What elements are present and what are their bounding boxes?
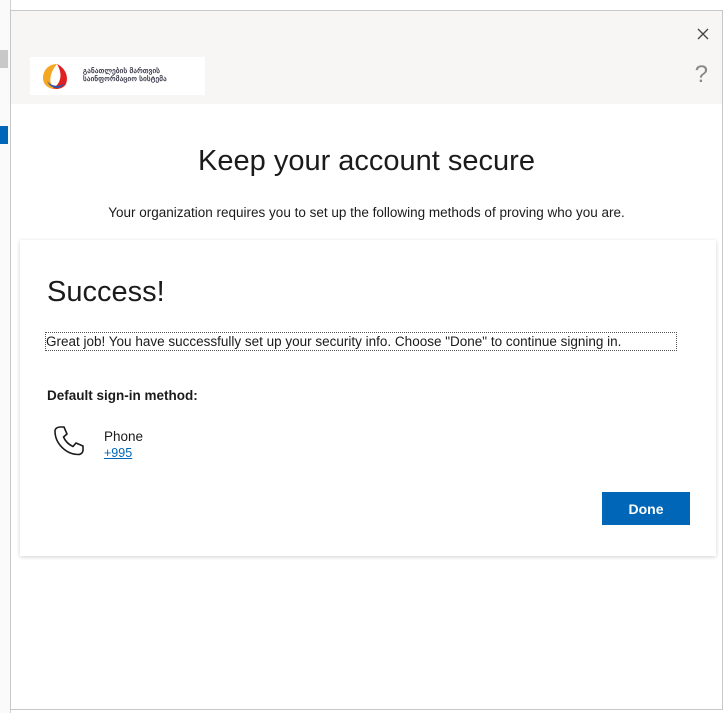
done-button[interactable]: Done [602,492,690,525]
close-icon [697,28,709,40]
organization-logo: განათლების მართვის საინფორმაციო სისტემა [30,57,205,95]
help-button[interactable]: ? [695,63,708,87]
default-method-label: Default sign-in method: [47,388,198,403]
logo-text-line: საინფორმაციო სისტემა [83,76,167,83]
security-info-dialog: ? განათლების მართვის საინფორმაციო სისტემ… [10,10,723,710]
close-button[interactable] [690,21,716,47]
success-title: Success! [47,276,165,308]
method-name: Phone [104,429,144,444]
success-message: Great job! You have successfully set up … [45,332,677,351]
logo-text-line: განათლების მართვის [83,68,161,75]
page-title: Keep your account secure [198,145,535,177]
phone-icon [54,426,84,456]
logo-icon [43,64,67,89]
dialog-header: ? განათლების მართვის საინფორმაციო სისტემ… [11,11,722,104]
help-icon: ? [694,61,708,88]
background-mark [0,50,8,68]
phone-number-link[interactable]: +995 [104,446,132,460]
background-mark [0,126,8,144]
page-subtitle: Your organization requires you to set up… [108,205,625,220]
success-card: Success! Great job! You have successfull… [20,240,716,556]
logo-text: განათლების მართვის საინფორმაციო სისტემა [83,68,167,84]
